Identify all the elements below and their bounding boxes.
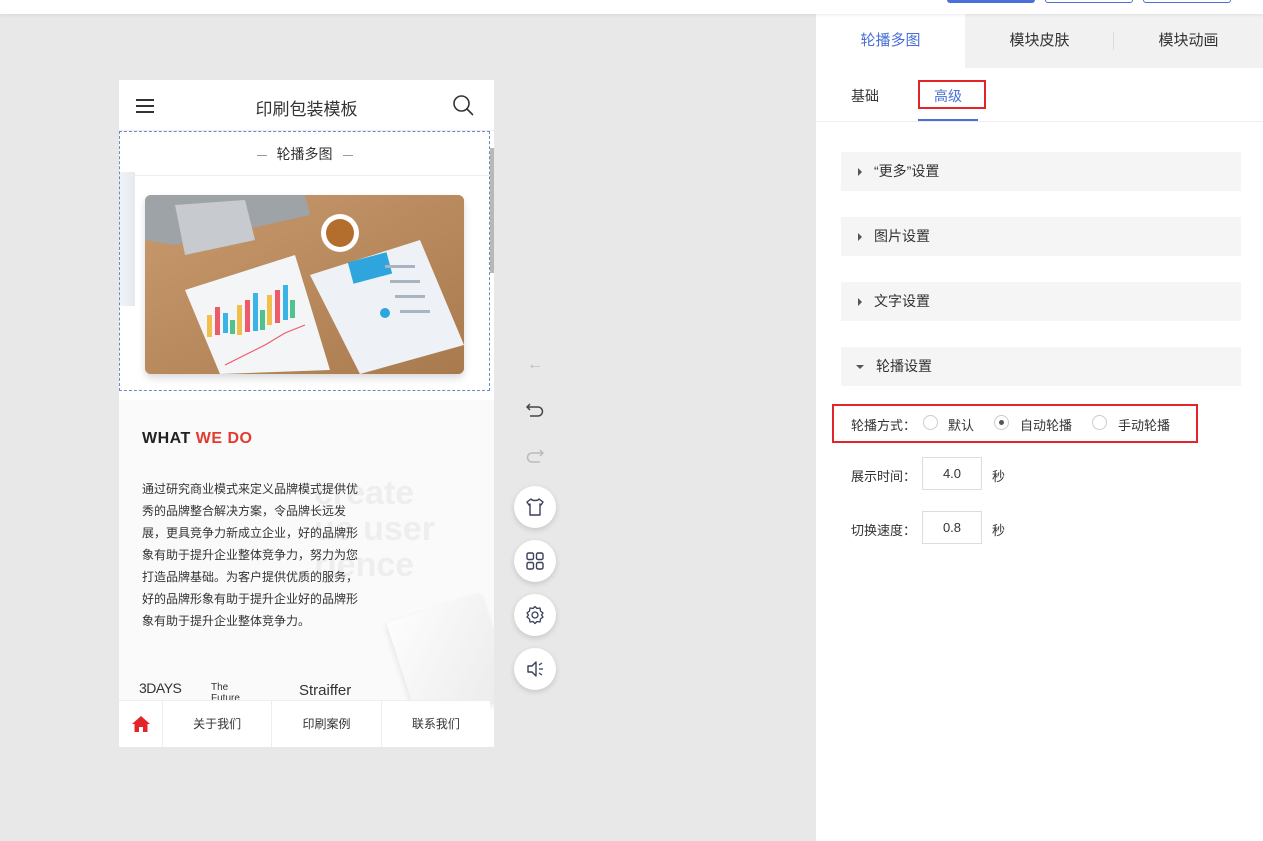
home-icon[interactable]	[119, 701, 163, 747]
logo-3days: 3DAYS	[139, 680, 182, 696]
grid-icon	[526, 552, 544, 570]
display-time-label: 展示时间：	[851, 469, 917, 484]
switch-speed-input[interactable]: 0.8	[922, 511, 982, 544]
radio-manual-carousel[interactable]	[1092, 415, 1107, 430]
radio-default[interactable]	[923, 415, 938, 430]
highlight-box-advanced	[918, 80, 986, 109]
preview-scrollbar[interactable]	[490, 148, 494, 273]
settings-tool-button[interactable]	[514, 594, 556, 636]
toolbar-button-2[interactable]	[1045, 0, 1133, 3]
arrow-left-icon[interactable]: ←	[525, 357, 545, 373]
search-icon[interactable]	[452, 94, 474, 116]
toolbar-button-3[interactable]	[1143, 0, 1231, 3]
carousel-image[interactable]	[145, 195, 464, 374]
mobile-footer-nav: 关于我们 印刷案例 联系我们	[119, 700, 490, 747]
gear-icon	[526, 605, 544, 625]
tab-module-skin[interactable]: 模块皮肤	[965, 14, 1114, 68]
radio-auto-carousel[interactable]	[994, 415, 1009, 430]
mobile-preview: 印刷包装模板 轮播多图 create ue user rience WHAT W…	[119, 80, 494, 747]
tab-carousel[interactable]: 轮播多图	[816, 14, 965, 68]
logo-straiffer: Straiffer	[299, 682, 352, 699]
undo-icon[interactable]	[526, 402, 544, 418]
carousel-mode-label: 轮播方式：	[851, 418, 917, 433]
mobile-header: 印刷包装模板	[119, 80, 494, 131]
section-heading: WHAT WE DO	[142, 430, 253, 447]
section-image-settings[interactable]: 图片设置	[841, 217, 1241, 256]
top-toolbar	[0, 0, 1263, 14]
switch-speed-label: 切换速度：	[851, 523, 917, 538]
footer-nav-cases[interactable]: 印刷案例	[272, 701, 382, 747]
section-text-settings[interactable]: 文字设置	[841, 282, 1241, 321]
redo-icon[interactable]	[526, 448, 544, 464]
section-paragraph: 通过研究商业模式来定义品牌模式提供优秀的品牌整合解决方案，令品牌长远发展，更具竞…	[142, 482, 359, 628]
radio-auto-carousel-label[interactable]: 自动轮播	[1020, 415, 1072, 434]
tab-module-animation[interactable]: 模块动画	[1114, 14, 1263, 68]
display-time-input[interactable]: 4.0	[922, 457, 982, 490]
section-carousel-settings[interactable]: 轮播设置	[841, 347, 1241, 386]
panel-subtabs: 基础 高级	[816, 68, 1263, 122]
site-title: 印刷包装模板	[255, 100, 358, 119]
carousel-module[interactable]: 轮播多图	[119, 131, 490, 391]
shirt-icon	[526, 498, 544, 516]
panel-tabs: 轮播多图 模块皮肤 模块动画	[816, 14, 1263, 68]
radio-manual-carousel-label[interactable]: 手动轮播	[1118, 415, 1170, 434]
skin-tool-button[interactable]	[514, 486, 556, 528]
section-more-settings[interactable]: “更多”设置	[841, 152, 1241, 191]
speaker-icon	[527, 661, 543, 677]
settings-panel: 轮播多图 模块皮肤 模块动画 基础 高级 “更多”设置 图片设置 文字设置 轮播…	[816, 14, 1263, 841]
what-we-do-section: create ue user rience WHAT WE DO 通过研究商业模…	[119, 400, 494, 728]
toolbar-button-primary[interactable]	[947, 0, 1035, 3]
display-time-unit: 秒	[992, 469, 1006, 484]
subtab-basic[interactable]: 基础	[851, 86, 879, 106]
footer-nav-about[interactable]: 关于我们	[163, 701, 273, 747]
switch-speed-unit: 秒	[992, 523, 1006, 538]
radio-default-label[interactable]: 默认	[948, 415, 974, 434]
carousel-module-title: 轮播多图	[120, 132, 489, 176]
module-tool-button[interactable]	[514, 540, 556, 582]
footer-nav-contact[interactable]: 联系我们	[382, 701, 490, 747]
subtab-active-indicator	[918, 119, 978, 121]
music-tool-button[interactable]	[514, 648, 556, 690]
